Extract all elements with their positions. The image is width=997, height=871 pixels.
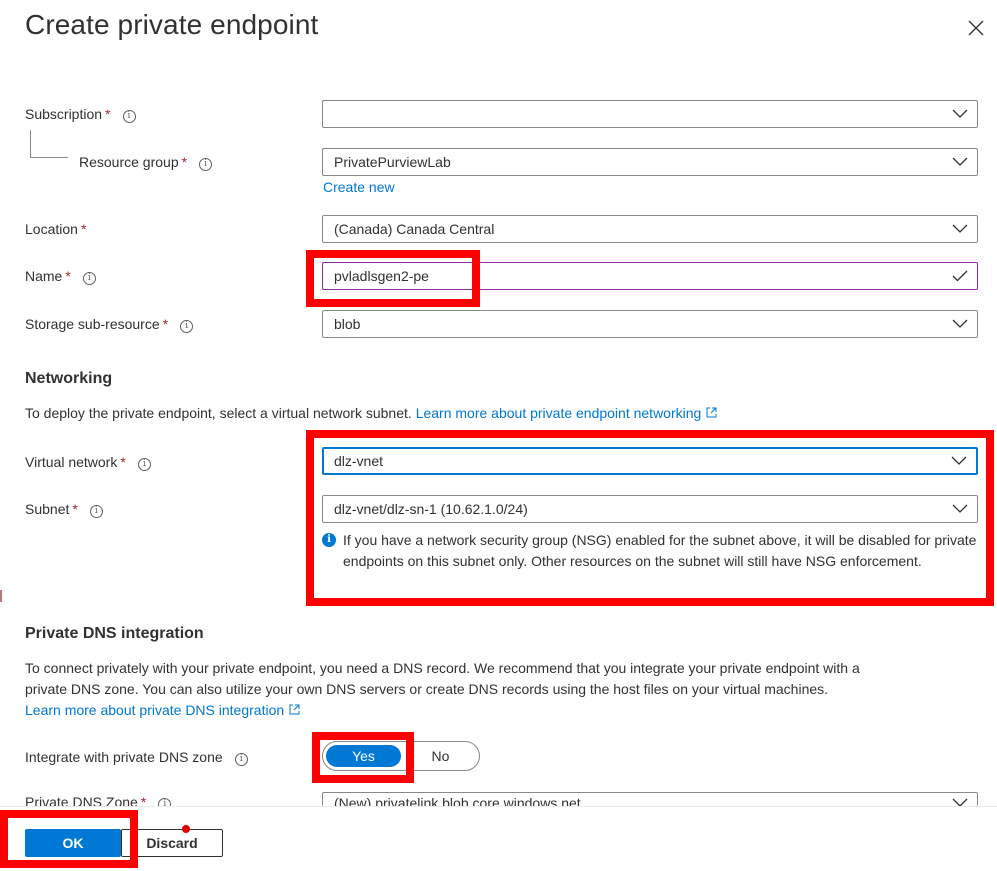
networking-description: To deploy the private endpoint, select a… xyxy=(25,403,717,424)
learn-more-networking-link[interactable]: Learn more about private endpoint networ… xyxy=(416,405,718,421)
dns-heading: Private DNS integration xyxy=(25,625,204,642)
info-icon[interactable]: i xyxy=(89,505,103,518)
chevron-down-icon xyxy=(952,798,968,806)
click-indicator-dot xyxy=(182,825,190,833)
dns-description-line2: private DNS zone. You can also utilize y… xyxy=(25,681,829,697)
info-icon[interactable]: i xyxy=(82,272,96,285)
chevron-down-icon xyxy=(952,319,968,328)
info-icon[interactable]: i xyxy=(122,110,136,123)
chevron-down-icon xyxy=(952,224,968,233)
page-title: Create private endpoint xyxy=(25,9,319,40)
close-icon xyxy=(968,20,984,36)
virtual-network-label: Virtual network * i xyxy=(25,454,151,471)
checkmark-icon xyxy=(952,270,968,282)
info-icon[interactable]: i xyxy=(199,158,213,171)
resource-group-label: Resource group * i xyxy=(79,154,213,171)
subnet-label: Subnet * i xyxy=(25,501,103,518)
info-icon[interactable]: i xyxy=(234,753,248,766)
subscription-label: Subscription * i xyxy=(25,106,136,123)
private-dns-zone-label: Private DNS Zone * i xyxy=(25,796,172,806)
learn-more-dns-link[interactable]: Learn more about private DNS integration xyxy=(25,700,300,721)
chevron-down-icon xyxy=(952,157,968,166)
info-icon[interactable]: i xyxy=(158,798,172,806)
chevron-down-icon xyxy=(952,109,968,118)
external-link-icon xyxy=(289,704,300,715)
highlight-toggle xyxy=(312,732,414,783)
storage-sub-resource-dropdown[interactable]: blob xyxy=(322,310,978,338)
info-icon[interactable]: i xyxy=(137,458,151,471)
highlight-network xyxy=(306,430,994,606)
location-label: Location * xyxy=(25,221,87,237)
dns-description-line1: To connect privately with your private e… xyxy=(25,660,860,676)
edge-marker xyxy=(0,590,2,602)
resource-group-dropdown[interactable]: PrivatePurviewLab xyxy=(322,148,978,176)
name-label: Name * i xyxy=(25,268,96,285)
highlight-ok xyxy=(0,810,138,868)
create-new-link[interactable]: Create new xyxy=(323,179,395,195)
networking-heading: Networking xyxy=(25,370,113,387)
no-option[interactable]: No xyxy=(418,745,463,767)
integrate-dns-label: Integrate with private DNS zone i xyxy=(25,749,248,766)
footer-divider xyxy=(0,806,997,807)
private-dns-zone-dropdown[interactable]: (New) privatelink.blob.core.windows.net xyxy=(322,792,978,806)
storage-sub-resource-label: Storage sub-resource * i xyxy=(25,316,194,333)
close-button[interactable] xyxy=(962,14,990,42)
create-private-endpoint-panel: Create private endpoint Subscription * i R… xyxy=(0,0,997,871)
subscription-dropdown[interactable] xyxy=(322,100,978,128)
highlight-name xyxy=(306,250,480,307)
tree-connector xyxy=(30,130,68,158)
location-dropdown[interactable]: (Canada) Canada Central xyxy=(322,215,978,243)
external-link-icon xyxy=(706,407,717,418)
info-icon[interactable]: i xyxy=(180,320,194,333)
